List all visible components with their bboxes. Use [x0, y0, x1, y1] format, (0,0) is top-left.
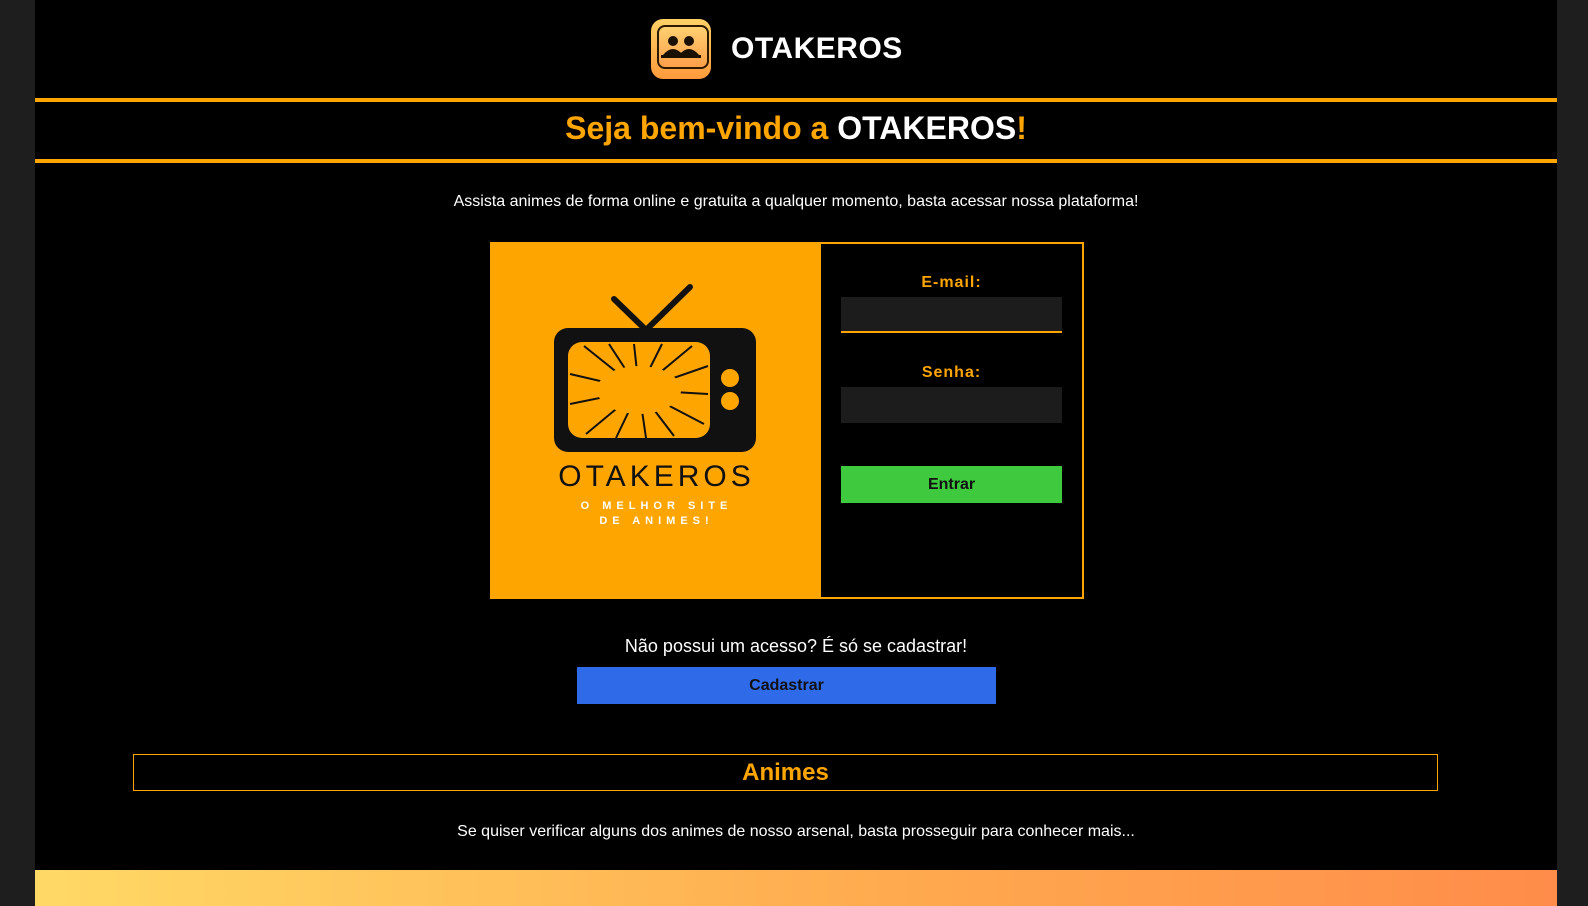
header-divider-bottom: [35, 159, 1557, 163]
page: OTAKEROS Seja bem-vindo a OTAKEROS! Assi…: [35, 0, 1557, 906]
animes-section-text: Se quiser verificar alguns dos animes de…: [457, 823, 1135, 840]
footer-bar: [35, 870, 1557, 906]
brand-name[interactable]: OTAKEROS: [731, 32, 903, 66]
retro-tv-icon: [554, 284, 756, 452]
promo-tagline-line1: O MELHOR SITE: [580, 500, 733, 512]
password-field[interactable]: [841, 387, 1062, 423]
intro-text: Assista animes de forma online e gratuit…: [453, 193, 1139, 210]
welcome-brand: OTAKEROS: [837, 110, 1017, 146]
email-field[interactable]: [841, 297, 1062, 333]
signup-button[interactable]: Cadastrar: [577, 667, 996, 704]
login-button[interactable]: Entrar: [841, 466, 1062, 503]
promo-tagline-line2: DE ANIMES!: [599, 515, 714, 527]
login-panel: OTAKEROS O MELHOR SITE DE ANIMES! E-mail…: [490, 242, 1084, 599]
community-logo-icon[interactable]: [651, 19, 711, 79]
signup-prompt: Não possui um acesso? É só se cadastrar!: [624, 636, 968, 656]
animes-section-heading: Animes: [133, 754, 1438, 791]
welcome-prefix: Seja bem-vindo a: [565, 110, 838, 146]
email-label: E-mail:: [921, 274, 982, 291]
header-divider-top: [35, 98, 1557, 102]
site-header: OTAKEROS: [35, 0, 1557, 98]
welcome-title: Seja bem-vindo a OTAKEROS!: [35, 110, 1557, 147]
welcome-suffix: !: [1016, 110, 1027, 146]
login-form: E-mail: Senha: Entrar: [841, 244, 1062, 597]
promo-title: OTAKEROS: [558, 460, 755, 493]
promo-banner: OTAKEROS O MELHOR SITE DE ANIMES!: [492, 244, 821, 597]
password-label: Senha:: [921, 364, 982, 381]
promo-tagline: O MELHOR SITE DE ANIMES!: [492, 499, 821, 529]
